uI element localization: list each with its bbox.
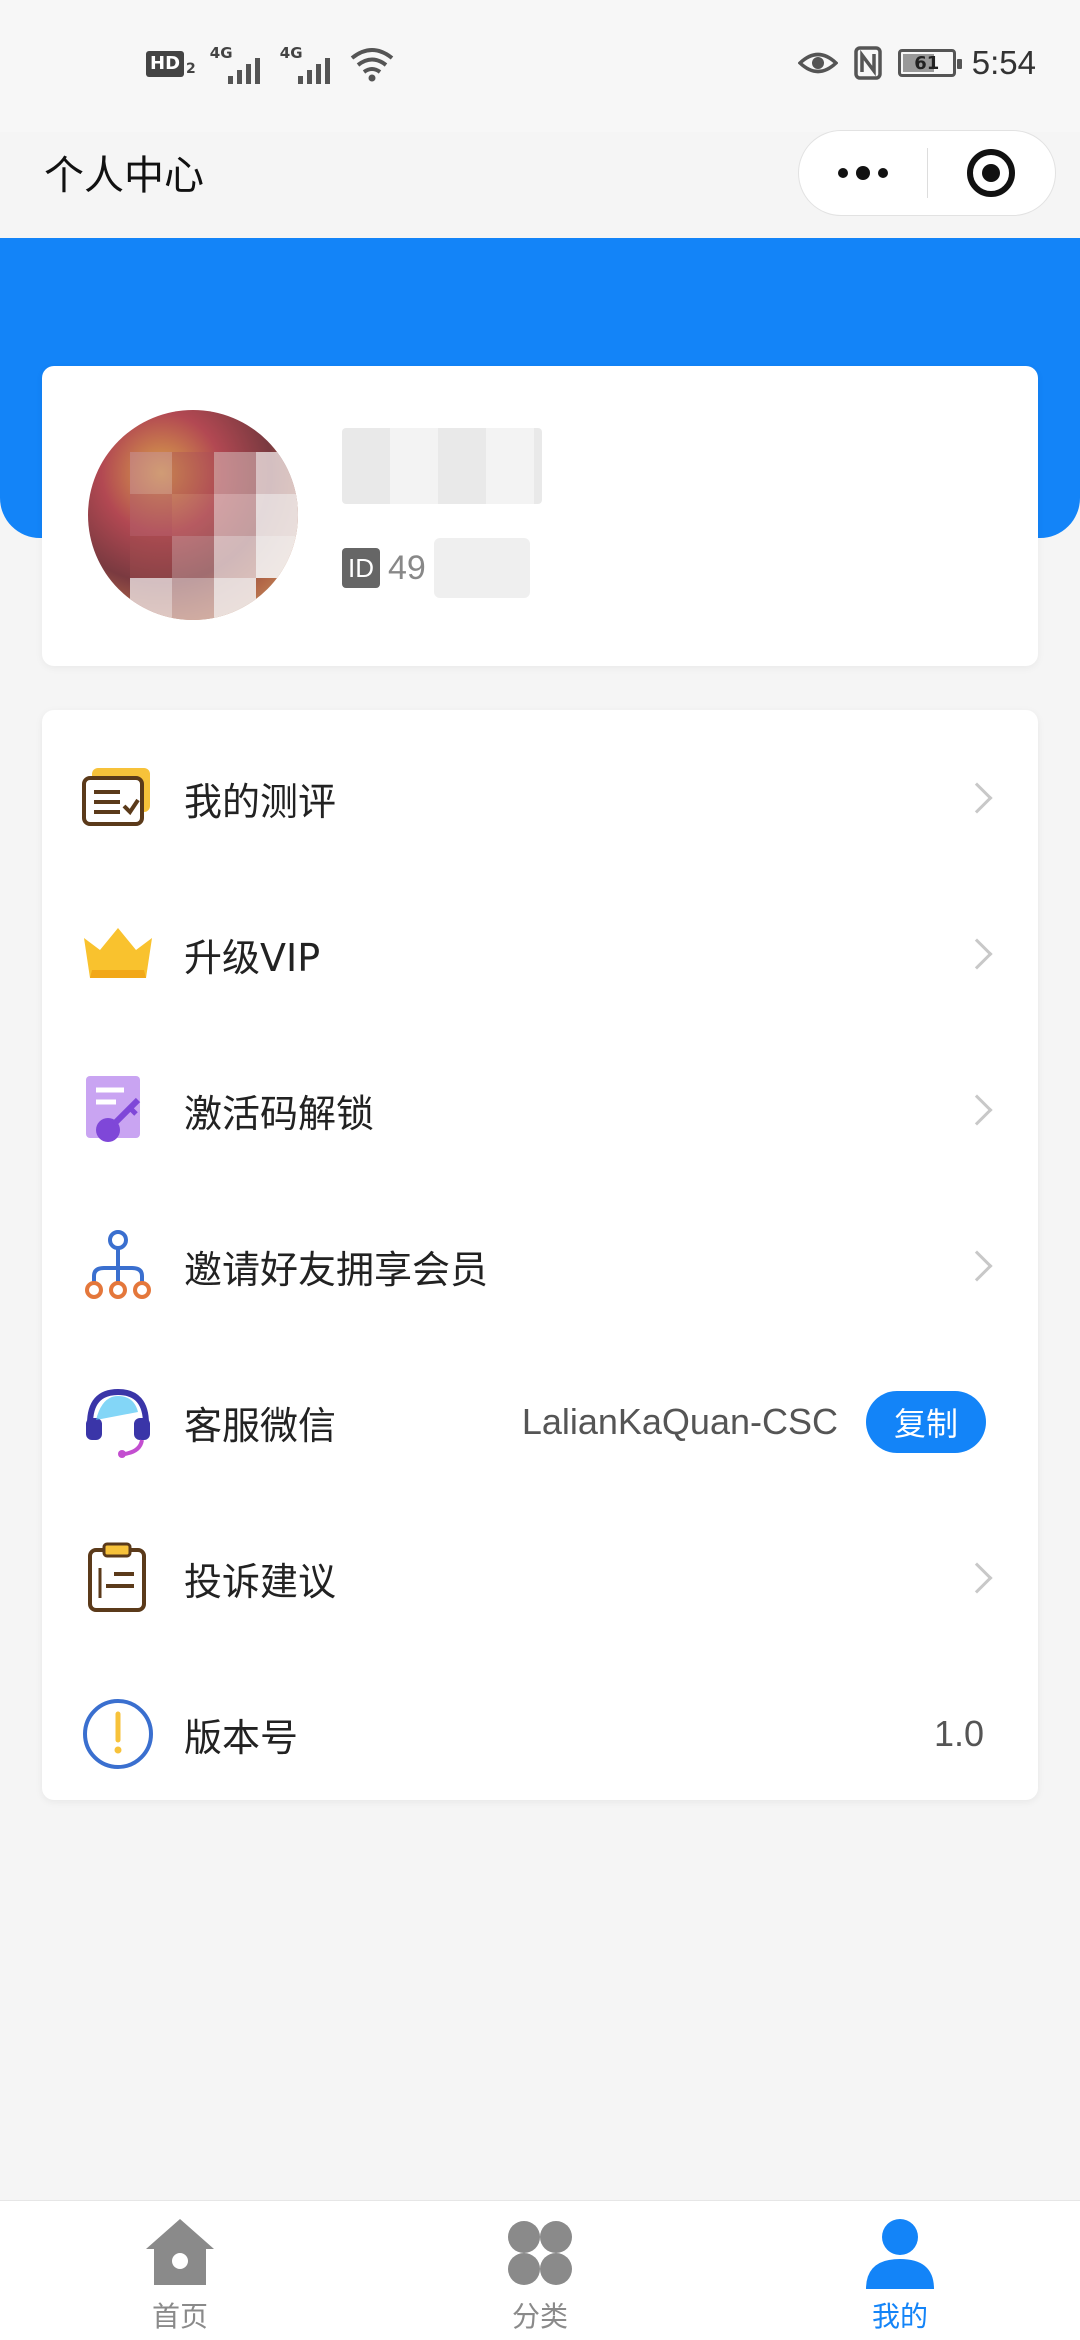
menu-item-my-evaluations[interactable]: 我的测评 <box>42 720 1038 876</box>
version-value: 1.0 <box>933 1713 984 1754</box>
chevron-right-icon <box>961 1094 993 1126</box>
chevron-right-icon <box>961 938 993 970</box>
menu-item-customer-service-wechat: 客服微信 LalianKaQuan-CSC 复制 <box>42 1344 1038 1500</box>
clipboard-icon <box>88 1542 146 1612</box>
tab-label: 首页 <box>151 2300 208 2333</box>
user-id-value: 49 <box>388 548 426 587</box>
bottom-tab-bar: 首页 分类 我的 <box>0 2200 1080 2340</box>
home-icon <box>146 2219 214 2285</box>
hd-sub-label: 2 <box>186 61 196 77</box>
menu-item-version: 版本号 1.0 <box>42 1656 1038 1812</box>
menu-label: 邀请好友拥享会员 <box>184 1247 489 1292</box>
menu-label: 升级VIP <box>184 935 321 980</box>
eye-icon <box>797 52 838 74</box>
tab-mine[interactable]: 我的 <box>720 2201 1080 2340</box>
status-left: HD 2 4G 4G <box>146 44 394 84</box>
menu-label: 投诉建议 <box>184 1559 337 1604</box>
more-button[interactable] <box>799 131 927 215</box>
id-badge: ID <box>342 548 380 588</box>
headset-icon <box>86 1388 150 1458</box>
nfc-icon <box>854 46 882 80</box>
hd-label: HD <box>146 51 185 77</box>
info-icon <box>83 1699 153 1769</box>
tab-label: 分类 <box>511 2300 568 2333</box>
battery-icon: 61 <box>897 49 962 77</box>
menu-item-invite-friends[interactable]: 邀请好友拥享会员 <box>42 1188 1038 1344</box>
chevron-right-icon <box>961 1562 993 1594</box>
miniprogram-capsule <box>798 130 1056 216</box>
menu-item-activation-code[interactable]: 激活码解锁 <box>42 1032 1038 1188</box>
avatar[interactable] <box>88 410 298 620</box>
signal-2-icon: 4G <box>280 44 336 84</box>
menu-card: 我的测评 升级VIP 激活码解锁 邀请好友拥享会员 客服微信 LalianKaQ… <box>42 710 1038 1800</box>
tab-category[interactable]: 分类 <box>360 2201 720 2340</box>
status-right: 61 5:54 <box>797 44 1036 82</box>
clock: 5:54 <box>971 44 1036 81</box>
chevron-right-icon <box>961 782 993 814</box>
hd-indicator: HD 2 <box>146 51 196 77</box>
crown-icon <box>84 928 152 978</box>
battery-level: 61 <box>914 52 940 74</box>
wifi-icon <box>350 48 394 82</box>
menu-label: 我的测评 <box>184 779 337 824</box>
target-icon <box>967 149 1016 197</box>
evaluation-icon <box>82 768 150 826</box>
user-id-row: ID 49 <box>342 538 530 598</box>
profile-card: ID 49 <box>42 366 1038 666</box>
signal-1-icon: 4G <box>210 44 266 84</box>
menu-label: 版本号 <box>184 1715 299 1760</box>
category-icon <box>508 2221 572 2285</box>
status-bar: HD 2 4G 4G 61 5:54 <box>0 0 1080 132</box>
chevron-right-icon <box>961 1250 993 1282</box>
page-title: 个人中心 <box>44 153 204 199</box>
menu-label: 客服微信 <box>184 1403 337 1448</box>
more-dots-icon <box>837 166 888 180</box>
copy-button[interactable]: 复制 <box>866 1391 986 1453</box>
avatar-mosaic <box>88 410 298 620</box>
wechat-id-value: LalianKaQuan-CSC <box>521 1401 838 1442</box>
user-id-redacted <box>433 538 530 598</box>
tab-label: 我的 <box>871 2300 928 2333</box>
close-miniprogram-button[interactable] <box>928 131 1056 215</box>
menu-item-feedback[interactable]: 投诉建议 <box>42 1500 1038 1656</box>
invite-network-icon <box>85 1230 151 1299</box>
tab-home[interactable]: 首页 <box>0 2201 360 2340</box>
activation-code-icon <box>86 1076 141 1142</box>
user-icon <box>866 2219 934 2289</box>
menu-label: 激活码解锁 <box>184 1091 375 1136</box>
menu-item-upgrade-vip[interactable]: 升级VIP <box>42 876 1038 1032</box>
user-name-redacted <box>342 428 542 504</box>
